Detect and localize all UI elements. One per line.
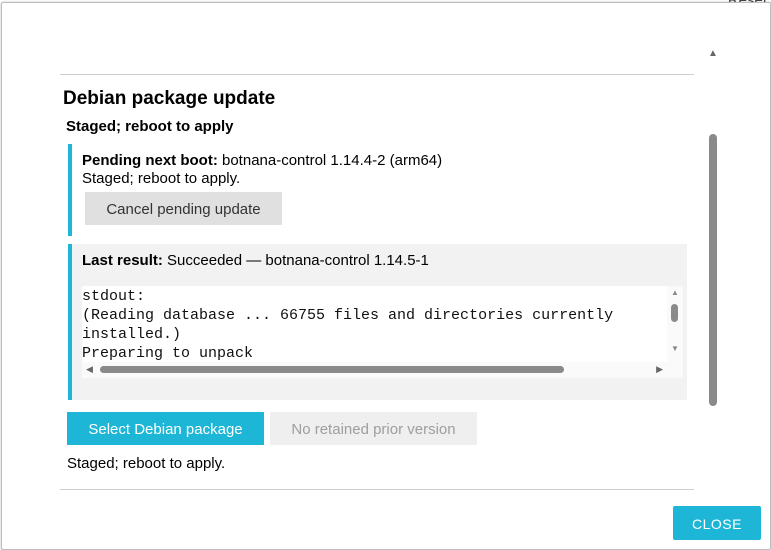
pending-value: botnana-control 1.14.4-2 (arm64) xyxy=(222,152,443,169)
chevron-down-icon[interactable]: ▼ xyxy=(671,344,679,353)
pending-label: Pending next boot: xyxy=(82,152,218,169)
close-button[interactable]: CLOSE xyxy=(673,506,761,540)
dialog-vertical-scrollbar[interactable]: ▲ xyxy=(706,44,720,499)
result-panel: Last result: Succeeded — botnana-control… xyxy=(68,244,687,400)
log-horizontal-scroll-thumb[interactable] xyxy=(100,366,564,373)
divider-top xyxy=(60,74,694,75)
cancel-pending-update-button[interactable]: Cancel pending update xyxy=(85,192,282,225)
footer-status: Staged; reboot to apply. xyxy=(67,455,226,472)
log-horizontal-scrollbar[interactable]: ◀ ▶ xyxy=(82,362,683,378)
chevron-right-icon[interactable]: ▶ xyxy=(656,364,663,375)
chevron-left-icon[interactable]: ◀ xyxy=(86,364,93,375)
log-vertical-scroll-thumb[interactable] xyxy=(671,304,678,322)
pending-line: Pending next boot: botnana-control 1.14.… xyxy=(82,152,442,169)
status-heading: Staged; reboot to apply xyxy=(66,118,234,135)
dialog-scroll-thumb[interactable] xyxy=(709,134,717,406)
result-line: Last result: Succeeded — botnana-control… xyxy=(82,252,429,269)
log-text: stdout: (Reading database ... 66755 file… xyxy=(82,288,614,362)
section-title: Debian package update xyxy=(63,88,276,109)
select-debian-package-button[interactable]: Select Debian package xyxy=(67,412,264,445)
log-vertical-scrollbar[interactable]: ▲ ▼ xyxy=(667,286,683,362)
pending-note: Staged; reboot to apply. xyxy=(82,170,241,187)
divider-bottom xyxy=(60,489,694,490)
chevron-up-icon[interactable]: ▲ xyxy=(671,288,679,297)
log-output-box[interactable]: stdout: (Reading database ... 66755 file… xyxy=(82,286,683,378)
result-label: Last result: xyxy=(82,252,163,269)
result-value: Succeeded — botnana-control 1.14.5-1 xyxy=(167,252,429,269)
chevron-up-icon[interactable]: ▲ xyxy=(708,48,718,59)
no-retained-prior-version-button: No retained prior version xyxy=(270,412,477,445)
pending-panel: Pending next boot: botnana-control 1.14.… xyxy=(68,144,687,236)
